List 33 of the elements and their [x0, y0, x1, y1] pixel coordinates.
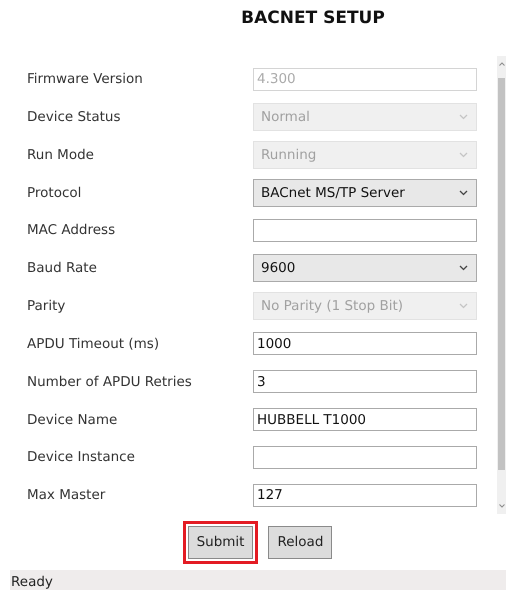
scrollbar[interactable] — [497, 56, 506, 514]
dropdown[interactable]: 9600 — [253, 254, 477, 282]
input-field[interactable]: HUBBELL T1000 — [253, 408, 477, 431]
field-label: Device Name — [27, 412, 118, 428]
input-field[interactable] — [253, 446, 477, 469]
chevron-down-icon — [459, 114, 468, 120]
input-field[interactable]: 1000 — [253, 332, 477, 356]
field-label: Number of APDU Retries — [27, 374, 193, 390]
field-label: Run Mode — [27, 146, 95, 163]
chevron-down-icon — [459, 303, 468, 310]
field-label: MAC Address — [27, 222, 116, 238]
field-label: Parity — [27, 298, 66, 314]
scroll-down-icon[interactable] — [498, 504, 504, 508]
input-field[interactable] — [253, 218, 477, 242]
action-button[interactable]: Reload — [268, 526, 332, 559]
field-label: Device Instance — [27, 449, 136, 466]
field-label: Device Status — [27, 108, 122, 125]
field-label: Firmware Version — [27, 71, 144, 88]
dropdown[interactable]: BACnet MS/TP Server — [253, 178, 477, 207]
input-field[interactable]: 127 — [253, 484, 477, 507]
field-label: Protocol — [27, 184, 82, 201]
chevron-down-icon — [459, 152, 468, 158]
status-bar: Ready — [10, 570, 506, 590]
field-label: Max Master — [27, 487, 106, 504]
page-title: BACNET SETUP — [240, 8, 386, 30]
action-button[interactable]: Submit — [188, 526, 254, 559]
field-label: APDU Timeout (ms) — [27, 336, 160, 352]
chevron-down-icon — [459, 265, 468, 272]
scrollbar-thumb[interactable] — [498, 78, 505, 470]
chevron-down-icon — [459, 190, 468, 196]
scroll-up-icon[interactable] — [498, 62, 504, 66]
input-field[interactable]: 3 — [253, 370, 477, 394]
field-label: Baud Rate — [27, 260, 98, 276]
